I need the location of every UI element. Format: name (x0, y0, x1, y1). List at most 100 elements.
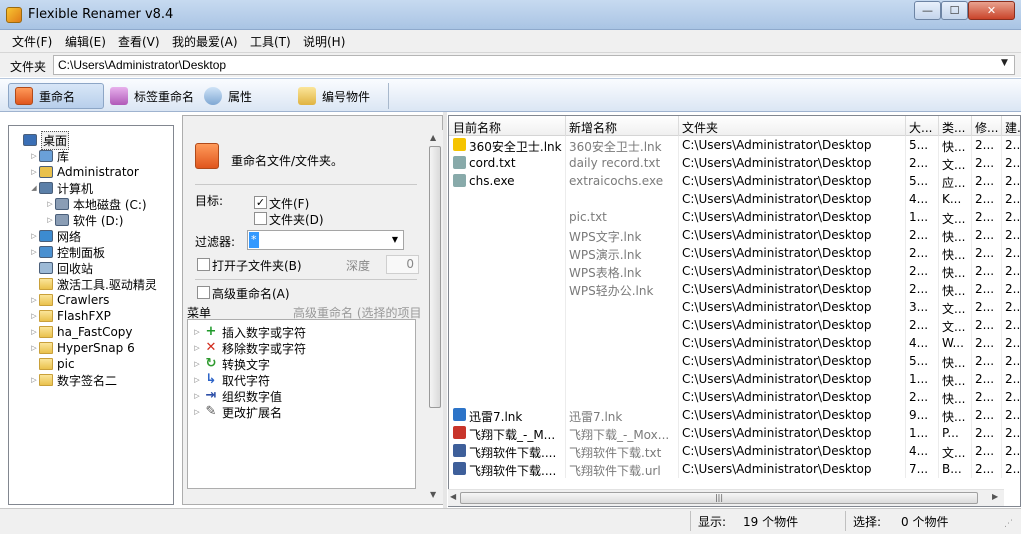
file-checkbox[interactable]: ✓ (254, 196, 267, 209)
chevron-down-icon[interactable]: ▼ (1001, 58, 1008, 68)
expand-toggle-icon[interactable]: ▷ (192, 408, 202, 416)
file-row[interactable]: WPS轻办公.lnk C:\Users\Administrator\Desktop… (449, 280, 1020, 298)
operation-item[interactable]: ▷ ↳ 取代字符 (192, 372, 270, 388)
file-row[interactable]: C:\Users\Administrator\Desktop 5... 快... 2.… (449, 352, 1020, 370)
scroll-left-icon[interactable]: ◀ (450, 492, 456, 501)
tree-item[interactable]: ▷ Administrator (29, 164, 139, 180)
tree-item[interactable]: ▷ 软件 (D:) (45, 212, 123, 228)
column-divider[interactable] (971, 116, 972, 136)
number-items-button[interactable]: 编号物件 (292, 83, 376, 109)
scrollbar-thumb[interactable]: ||| (460, 492, 978, 504)
operation-list[interactable]: ▷ + 插入数字或字符 ▷ ✕ 移除数字或字符 ▷ ↻ 转换文字 ▷ ↳ 取代字符 ▷ ⇥ 组织数字值 ▷ ✎ 更… (187, 319, 416, 489)
close-button[interactable]: ✕ (968, 1, 1015, 20)
folder-path-input[interactable]: C:\Users\Administrator\Desktop (53, 55, 1015, 75)
file-row[interactable]: chs.exe extraicochs.exe C:\Users\Administr… (449, 172, 1020, 190)
expand-toggle-icon[interactable]: ▷ (29, 328, 39, 336)
file-row[interactable]: WPS表格.lnk C:\Users\Administrator\Desktop 2… (449, 262, 1020, 280)
expand-toggle-icon[interactable]: ▷ (192, 344, 202, 352)
expand-toggle-icon[interactable]: ▷ (45, 200, 55, 208)
tree-item[interactable]: ▷ ha_FastCopy (29, 324, 132, 340)
expand-toggle-icon[interactable]: ▷ (45, 216, 55, 224)
tree-item[interactable]: ▷ 数字签名二 (29, 372, 117, 388)
tree-item[interactable]: 桌面 (13, 130, 70, 150)
file-row[interactable]: WPS文字.lnk C:\Users\Administrator\Desktop 2… (449, 226, 1020, 244)
minimize-button[interactable]: — (914, 1, 941, 20)
expand-toggle-icon[interactable]: ▷ (29, 152, 39, 160)
expand-toggle-icon[interactable]: ▷ (29, 168, 39, 176)
expand-toggle-icon[interactable]: ◢ (29, 184, 39, 192)
menu-file[interactable]: 文件(F) (12, 33, 52, 50)
file-row[interactable]: C:\Users\Administrator\Desktop 2... 文... 2.… (449, 316, 1020, 334)
tree-item[interactable]: 回收站 (29, 260, 93, 276)
tree-item[interactable]: ▷ Crawlers (29, 292, 109, 308)
tree-item[interactable]: ▷ 库 (29, 148, 69, 164)
chevron-down-icon[interactable]: ▼ (392, 235, 398, 244)
file-row[interactable]: C:\Users\Administrator\Desktop 3... 文... 2.… (449, 298, 1020, 316)
expand-toggle-icon[interactable]: ▷ (192, 376, 202, 384)
expand-toggle-icon[interactable]: ▷ (29, 296, 39, 304)
file-row[interactable]: 360安全卫士.lnk 360安全卫士.lnk C:\Users\Administr… (449, 136, 1020, 154)
tree-item[interactable]: ▷ 本地磁盘 (C:) (45, 196, 146, 212)
menu-help[interactable]: 说明(H) (303, 33, 345, 50)
column-header[interactable]: 修... (975, 119, 1001, 136)
expand-toggle-icon[interactable]: ▷ (192, 328, 202, 336)
subfolders-checkbox[interactable] (197, 258, 210, 271)
tree-item[interactable]: ◢ 计算机 (29, 180, 93, 196)
expand-toggle-icon[interactable]: ▷ (192, 392, 202, 400)
operation-item[interactable]: ▷ ✕ 移除数字或字符 (192, 340, 306, 356)
file-row[interactable]: 飞翔下载_-_M... 飞翔下载_-_Mox... C:\Users\Adminis… (449, 424, 1020, 442)
file-row[interactable]: C:\Users\Administrator\Desktop 1... 快... 2.… (449, 370, 1020, 388)
column-header[interactable]: 目前名称 (453, 119, 563, 136)
file-row[interactable]: 飞翔软件下载.... 飞翔软件下载.txt C:\Users\Administrat… (449, 442, 1020, 460)
rename-tab-button[interactable]: 重命名 (8, 83, 104, 109)
advanced-rename-checkbox[interactable] (197, 286, 210, 299)
menu-view[interactable]: 查看(V) (118, 33, 160, 50)
scrollbar-thumb[interactable] (429, 146, 441, 408)
tree-item[interactable]: ▷ 网络 (29, 228, 81, 244)
file-row[interactable]: pic.txt C:\Users\Administrator\Desktop 1..… (449, 208, 1020, 226)
column-divider[interactable] (905, 116, 906, 136)
attributes-button[interactable]: 属性 (198, 83, 258, 109)
column-header[interactable]: 建... (1005, 119, 1020, 136)
file-row[interactable]: cord.txt daily record.txt C:\Users\Adminis… (449, 154, 1020, 172)
column-header[interactable]: 文件夹 (682, 119, 906, 136)
tree-item[interactable]: ▷ FlashFXP (29, 308, 111, 324)
title-bar[interactable]: Flexible Renamer v8.4 — ☐ ✕ (0, 0, 1021, 30)
depth-input[interactable]: 0 (386, 255, 419, 274)
expand-toggle-icon[interactable]: ▷ (192, 360, 202, 368)
tree-item[interactable]: 激活工具.驱动精灵 (29, 276, 157, 292)
file-row[interactable]: C:\Users\Administrator\Desktop 4... W... 2.… (449, 334, 1020, 352)
column-divider[interactable] (565, 116, 566, 136)
resize-grip-icon[interactable]: ⋰ (1004, 519, 1013, 529)
column-header[interactable]: 新增名称 (569, 119, 677, 136)
tag-rename-button[interactable]: 标签重命名 (104, 83, 200, 109)
scroll-up-icon[interactable]: ▲ (430, 133, 436, 142)
tree-item[interactable]: ▷ 控制面板 (29, 244, 105, 260)
scroll-down-icon[interactable]: ▼ (430, 490, 436, 499)
folder-tree[interactable]: 桌面 ▷ 库 ▷ Administrator ◢ 计算机 ▷ 本地磁盘 (C:) ▷ 软件 (D:)… (8, 125, 174, 505)
scroll-right-icon[interactable]: ▶ (992, 492, 998, 501)
operation-item[interactable]: ▷ + 插入数字或字符 (192, 324, 306, 340)
horizontal-scrollbar[interactable]: ◀ ||| ▶ (448, 489, 1004, 506)
file-row[interactable]: C:\Users\Administrator\Desktop 2... 快... 2.… (449, 388, 1020, 406)
expand-toggle-icon[interactable]: ▷ (29, 344, 39, 352)
column-divider[interactable] (1001, 116, 1002, 136)
panel-scrollbar[interactable]: ▲ ▼ (427, 130, 443, 504)
tree-item[interactable]: pic (29, 356, 75, 372)
tree-item[interactable]: ▷ HyperSnap 6 (29, 340, 134, 356)
column-divider[interactable] (678, 116, 679, 136)
operation-item[interactable]: ▷ ⇥ 组织数字值 (192, 388, 282, 404)
expand-toggle-icon[interactable]: ▷ (29, 312, 39, 320)
file-row[interactable]: WPS演示.lnk C:\Users\Administrator\Desktop 2… (449, 244, 1020, 262)
filter-input[interactable]: * ▼ (247, 230, 404, 250)
file-row[interactable]: 迅雷7.lnk 迅雷7.lnk C:\Users\Administrator\Des… (449, 406, 1020, 424)
menu-tools[interactable]: 工具(T) (250, 33, 291, 50)
expand-toggle-icon[interactable]: ▷ (29, 376, 39, 384)
folder-checkbox[interactable] (254, 212, 267, 225)
column-divider[interactable] (938, 116, 939, 136)
file-row[interactable]: 飞翔软件下载.... 飞翔软件下载.url C:\Users\Administrat… (449, 460, 1020, 478)
operation-item[interactable]: ▷ ↻ 转换文字 (192, 356, 270, 372)
expand-toggle-icon[interactable]: ▷ (29, 248, 39, 256)
column-header[interactable]: 类... (942, 119, 970, 136)
pane-splitter[interactable] (443, 112, 447, 508)
